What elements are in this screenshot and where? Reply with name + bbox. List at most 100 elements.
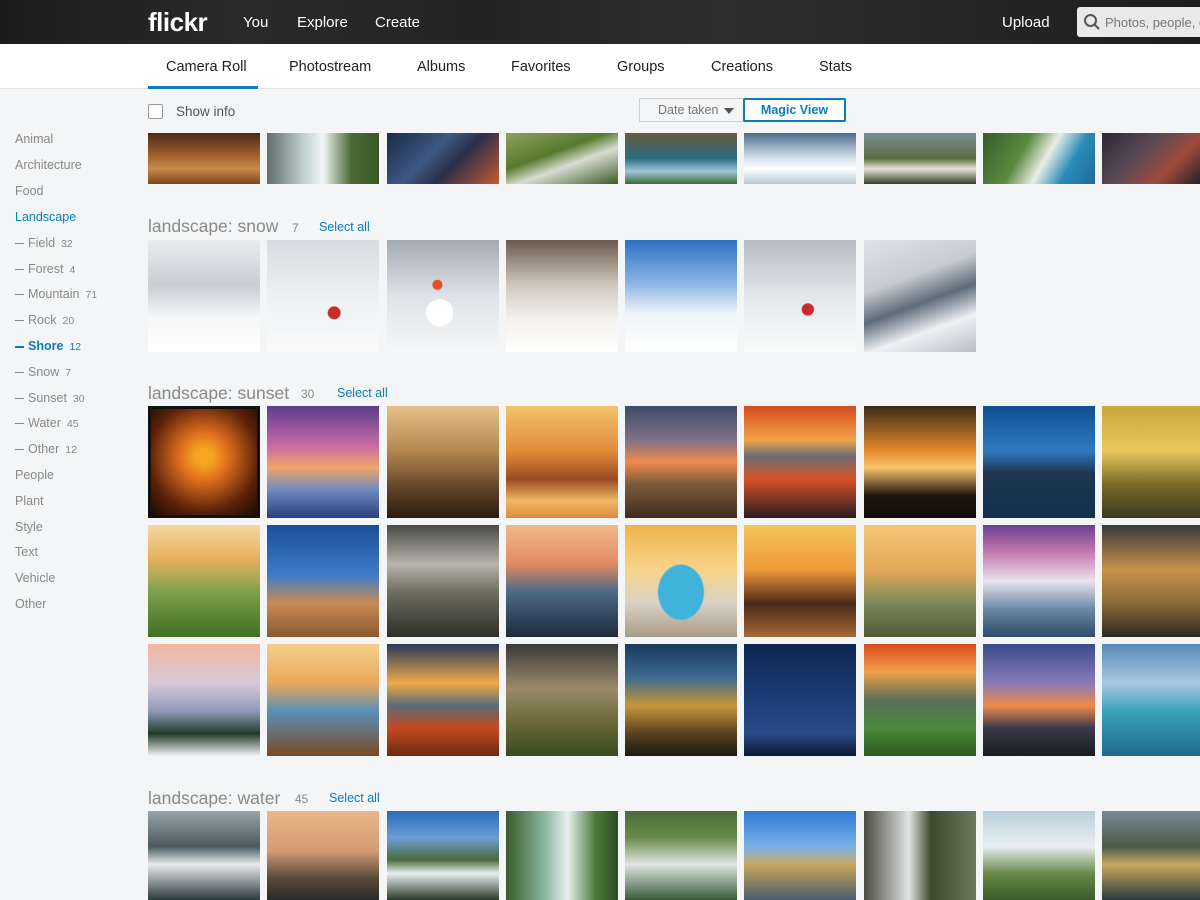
photo-thumbnail[interactable] — [864, 811, 976, 900]
photo-thumbnail[interactable] — [625, 240, 737, 352]
sidebar-item-count: 12 — [69, 341, 82, 353]
photo-thumbnail[interactable] — [983, 133, 1095, 184]
photo-thumbnail[interactable] — [506, 240, 618, 352]
sidebar-item-other[interactable]: Other — [15, 597, 46, 611]
photo-thumbnail[interactable] — [625, 644, 737, 756]
show-info-checkbox[interactable] — [148, 104, 163, 119]
photo-thumbnail[interactable] — [267, 406, 379, 518]
photo-thumbnail[interactable] — [625, 133, 737, 184]
photo-thumbnail[interactable] — [864, 525, 976, 637]
photo-thumbnail[interactable] — [625, 811, 737, 900]
photo-thumbnail[interactable] — [864, 406, 976, 518]
photo-thumbnail[interactable] — [864, 644, 976, 756]
sidebar-item-forest[interactable]: Forest 4 — [15, 262, 75, 276]
tab-photostream[interactable]: Photostream — [289, 59, 371, 75]
sidebar-item-animal[interactable]: Animal — [15, 132, 53, 146]
photo-thumbnail[interactable] — [625, 406, 737, 518]
photo-thumbnail[interactable] — [744, 525, 856, 637]
photo-thumbnail[interactable] — [744, 133, 856, 184]
photo-thumbnail[interactable] — [506, 406, 618, 518]
select-all-water[interactable]: Select all — [329, 791, 380, 805]
photo-thumbnail[interactable] — [387, 133, 499, 184]
photo-thumbnail[interactable] — [267, 240, 379, 352]
photo-thumbnail[interactable] — [864, 133, 976, 184]
photo-thumbnail[interactable] — [506, 644, 618, 756]
photo-thumbnail[interactable] — [267, 811, 379, 900]
sidebar-item-food[interactable]: Food — [15, 184, 44, 198]
sidebar-item-label: Food — [15, 184, 44, 198]
photo-thumbnail[interactable] — [387, 240, 499, 352]
photo-thumbnail[interactable] — [148, 133, 260, 184]
photo-thumbnail[interactable] — [744, 406, 856, 518]
sidebar-item-vehicle[interactable]: Vehicle — [15, 571, 55, 585]
upload-button[interactable]: Upload — [1002, 14, 1050, 31]
sidebar-item-sunset[interactable]: Sunset 30 — [15, 391, 85, 405]
photo-thumbnail[interactable] — [267, 133, 379, 184]
photo-thumbnail[interactable] — [864, 240, 976, 352]
photo-thumbnail[interactable] — [148, 525, 260, 637]
sidebar-item-landscape-other[interactable]: Other 12 — [15, 442, 77, 456]
tab-favorites[interactable]: Favorites — [511, 59, 571, 75]
sidebar-item-shore[interactable]: Shore 12 — [15, 339, 81, 353]
photo-thumbnail[interactable] — [506, 811, 618, 900]
photo-thumbnail[interactable] — [744, 240, 856, 352]
photo-thumbnail[interactable] — [1102, 811, 1200, 900]
sidebar-item-label: Water — [28, 416, 61, 430]
sidebar-item-snow[interactable]: Snow 7 — [15, 365, 71, 379]
photo-thumbnail[interactable] — [148, 644, 260, 756]
sidebar-item-field[interactable]: Field 32 — [15, 236, 73, 250]
photo-thumbnail[interactable] — [1102, 525, 1200, 637]
dash-icon — [15, 294, 24, 296]
photo-thumbnail[interactable] — [148, 406, 260, 518]
flickr-logo[interactable]: flickr — [148, 7, 208, 38]
photo-thumbnail[interactable] — [267, 525, 379, 637]
magic-view-button[interactable]: Magic View — [743, 98, 846, 122]
sidebar-item-count: 45 — [66, 418, 79, 430]
sidebar-item-count: 20 — [62, 315, 75, 327]
sidebar-item-label: Field — [28, 236, 56, 250]
photo-thumbnail[interactable] — [983, 525, 1095, 637]
tab-albums[interactable]: Albums — [417, 59, 465, 75]
sidebar-item-landscape[interactable]: Landscape — [15, 210, 76, 224]
photo-thumbnail[interactable] — [744, 644, 856, 756]
select-all-snow[interactable]: Select all — [319, 220, 370, 234]
photo-thumbnail[interactable] — [983, 644, 1095, 756]
sidebar-item-water[interactable]: Water 45 — [15, 416, 79, 430]
sidebar-item-people[interactable]: People — [15, 468, 54, 482]
sidebar-item-architecture[interactable]: Architecture — [15, 158, 82, 172]
photo-thumbnail[interactable] — [506, 133, 618, 184]
tab-stats[interactable]: Stats — [819, 59, 852, 75]
nav-create[interactable]: Create — [375, 14, 420, 31]
photo-thumbnail[interactable] — [387, 811, 499, 900]
nav-explore[interactable]: Explore — [297, 14, 348, 31]
photo-thumbnail[interactable] — [1102, 406, 1200, 518]
photo-thumbnail[interactable] — [983, 811, 1095, 900]
show-info-label: Show info — [176, 104, 236, 119]
select-all-sunset[interactable]: Select all — [337, 386, 388, 400]
photo-thumbnail[interactable] — [506, 525, 618, 637]
photo-thumbnail[interactable] — [625, 525, 737, 637]
tab-creations[interactable]: Creations — [711, 59, 773, 75]
sidebar-item-rock[interactable]: Rock 20 — [15, 313, 74, 327]
dash-icon — [15, 243, 24, 245]
photo-thumbnail[interactable] — [387, 525, 499, 637]
tab-camera-roll[interactable]: Camera Roll — [166, 59, 247, 75]
nav-you[interactable]: You — [243, 14, 268, 31]
photo-thumbnail[interactable] — [267, 644, 379, 756]
photo-thumbnail[interactable] — [983, 406, 1095, 518]
sidebar-item-plant[interactable]: Plant — [15, 494, 44, 508]
photo-thumbnail[interactable] — [1102, 133, 1200, 184]
sidebar-item-text[interactable]: Text — [15, 545, 38, 559]
photo-thumbnail[interactable] — [744, 811, 856, 900]
photo-thumbnail[interactable] — [1102, 644, 1200, 756]
search-box[interactable] — [1077, 7, 1200, 37]
sidebar-item-style[interactable]: Style — [15, 520, 43, 534]
photo-thumbnail[interactable] — [148, 240, 260, 352]
photo-thumbnail[interactable] — [387, 644, 499, 756]
photo-thumbnail[interactable] — [387, 406, 499, 518]
sidebar-item-mountain[interactable]: Mountain 71 — [15, 287, 97, 301]
search-input[interactable] — [1105, 12, 1200, 32]
photo-thumbnail[interactable] — [148, 811, 260, 900]
tab-groups[interactable]: Groups — [617, 59, 665, 75]
date-taken-dropdown[interactable]: Date taken — [639, 98, 744, 122]
